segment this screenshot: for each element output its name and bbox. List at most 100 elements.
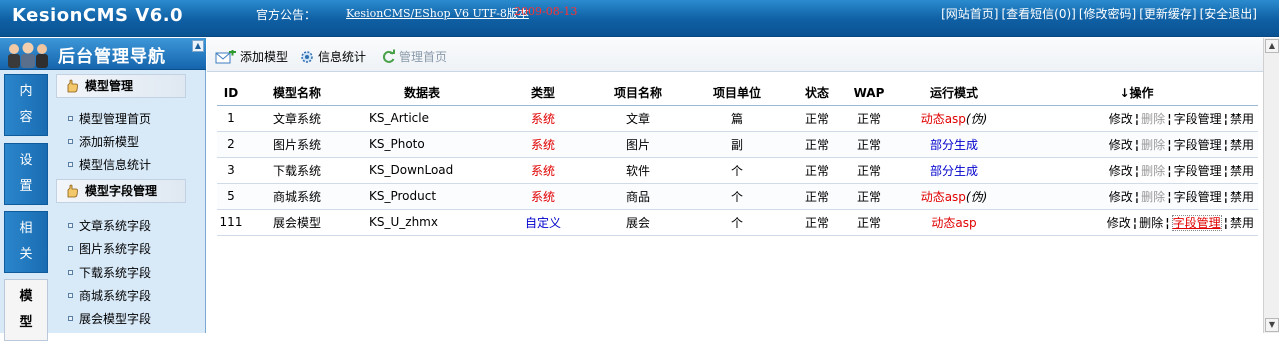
edit-link[interactable]: 修改 xyxy=(1109,112,1133,126)
cell-actions: 修改 ¦ 删除 ¦ 字段管理 ¦ 禁用 xyxy=(1015,131,1258,158)
site-home-link[interactable]: [网站首页] xyxy=(941,5,998,22)
sidebar-item-expo-fields[interactable]: 展会模型字段 xyxy=(68,310,151,327)
delete-link[interactable]: 删除 xyxy=(1141,138,1165,152)
delete-link[interactable]: 删除 xyxy=(1141,190,1165,204)
cell-item-unit: 个 xyxy=(685,157,789,184)
cell-id: 111 xyxy=(217,209,245,236)
cell-model-name: 图片系统 xyxy=(245,131,349,158)
toolbar: 添加模型 信息统计 管理首页 xyxy=(207,38,1263,72)
edit-link[interactable]: 修改 xyxy=(1109,190,1133,204)
logout-link[interactable]: [安全退出] xyxy=(1200,5,1257,22)
cell-type: 系统 xyxy=(495,131,591,158)
col-header-wap[interactable]: WAP xyxy=(845,81,893,106)
col-header-status[interactable]: 状态 xyxy=(789,81,845,106)
cell-item-unit: 个 xyxy=(685,183,789,210)
group-model-management[interactable]: 模型管理 xyxy=(56,74,186,98)
scroll-up-arrow-icon[interactable]: ▲ xyxy=(1265,39,1279,53)
tab-settings[interactable]: 设 置 xyxy=(4,143,48,205)
disable-link[interactable]: 禁用 xyxy=(1230,190,1254,204)
tab-model[interactable]: 模 型 xyxy=(4,279,48,341)
table-row: 3 下载系统 KS_DownLoad 系统 软件 个 正常 正常 部分生成 修改… xyxy=(217,157,1258,184)
tab-related[interactable]: 相 关 xyxy=(4,211,48,273)
col-header-data-table[interactable]: 数据表 xyxy=(349,81,495,106)
scroll-down-arrow-icon[interactable]: ▼ xyxy=(1265,318,1279,332)
delete-link[interactable]: 删除 xyxy=(1141,112,1165,126)
edit-link[interactable]: 修改 xyxy=(1109,138,1133,152)
delete-link[interactable]: 删除 xyxy=(1139,216,1163,230)
sidebar-item-download-fields[interactable]: 下载系统字段 xyxy=(68,264,151,281)
edit-link[interactable]: 修改 xyxy=(1107,216,1131,230)
notice-label: 官方公告： xyxy=(256,8,317,22)
bullet-icon xyxy=(68,223,73,228)
manage-home-button[interactable]: 管理首页 xyxy=(381,48,447,65)
cell-id: 5 xyxy=(217,183,245,210)
col-header-id[interactable]: ID xyxy=(217,81,245,106)
sidebar-item-article-fields[interactable]: 文章系统字段 xyxy=(68,217,151,234)
bullet-icon xyxy=(68,293,73,298)
sidebar-item-model-home[interactable]: 模型管理首页 xyxy=(68,110,151,127)
col-header-type[interactable]: 类型 xyxy=(495,81,591,106)
group-model-fields[interactable]: 模型字段管理 xyxy=(56,179,186,203)
cell-model-name: 展会模型 xyxy=(245,209,349,236)
tab-content[interactable]: 内 容 xyxy=(4,74,48,136)
model-table: ID 模型名称 数据表 类型 项目名称 项目单位 状态 WAP 运行模式 ↓操作… xyxy=(217,81,1258,236)
edit-link[interactable]: 修改 xyxy=(1109,164,1133,178)
cell-run-mode: 动态asp xyxy=(893,209,1015,236)
disable-link[interactable]: 禁用 xyxy=(1230,164,1254,178)
notice-date: 2009-08-13 xyxy=(514,5,578,18)
main-content: 添加模型 信息统计 管理首页 ID 模型名称 数据表 类型 项目名称 项目单位 … xyxy=(207,38,1279,333)
disable-link[interactable]: 禁用 xyxy=(1230,216,1254,230)
disable-link[interactable]: 禁用 xyxy=(1230,138,1254,152)
hand-pointer-icon xyxy=(67,184,78,198)
sidebar-item-add-model[interactable]: 添加新模型 xyxy=(68,133,139,150)
field-manage-link[interactable]: 字段管理 xyxy=(1174,138,1222,152)
vertical-scrollbar[interactable]: ▲ ▼ xyxy=(1263,38,1279,333)
cell-id: 2 xyxy=(217,131,245,158)
cell-wap: 正常 xyxy=(845,131,893,158)
table-row: 5 商城系统 KS_Product 系统 商品 个 正常 正常 动态asp(伪)… xyxy=(217,183,1258,210)
scroll-up-icon[interactable]: ▲ xyxy=(192,40,204,52)
sidebar-title: 后台管理导航 xyxy=(58,47,166,67)
sidebar-item-photo-fields[interactable]: 图片系统字段 xyxy=(68,240,151,257)
field-manage-link[interactable]: 字段管理 xyxy=(1171,214,1222,231)
field-manage-link[interactable]: 字段管理 xyxy=(1174,190,1222,204)
col-header-run-mode[interactable]: 运行模式 xyxy=(893,81,1015,106)
cell-actions: 修改 ¦ 删除 ¦ 字段管理 ¦ 禁用 xyxy=(1015,105,1258,132)
sidebar-item-model-stats[interactable]: 模型信息统计 xyxy=(68,156,151,173)
top-header-bar: KesionCMS V6.0 官方公告： KesionCMS/EShop V6 … xyxy=(0,0,1279,37)
cell-item-unit: 篇 xyxy=(685,105,789,132)
hand-pointer-icon xyxy=(67,79,78,93)
change-password-link[interactable]: [修改密码] xyxy=(1079,5,1136,22)
cell-data-table: KS_Photo xyxy=(349,131,495,158)
col-header-model-name[interactable]: 模型名称 xyxy=(245,81,349,106)
update-cache-link[interactable]: [更新缓存] xyxy=(1139,5,1196,22)
cell-wap: 正常 xyxy=(845,183,893,210)
cell-wap: 正常 xyxy=(845,209,893,236)
field-manage-link[interactable]: 字段管理 xyxy=(1174,112,1222,126)
cell-item-unit: 个 xyxy=(685,209,789,236)
top-links: [网站首页] [查看短信(0)] [修改密码] [更新缓存] [安全退出] xyxy=(941,5,1257,22)
sidebar-header: 后台管理导航 ▲ xyxy=(0,38,206,70)
gear-icon xyxy=(301,50,313,63)
col-header-item-unit[interactable]: 项目单位 xyxy=(685,81,789,106)
add-model-button[interactable]: 添加模型 xyxy=(215,48,288,65)
bullet-icon xyxy=(68,246,73,251)
delete-link[interactable]: 删除 xyxy=(1141,164,1165,178)
col-header-actions[interactable]: ↓操作 xyxy=(1015,81,1258,106)
field-manage-link[interactable]: 字段管理 xyxy=(1174,164,1222,178)
cell-item-name: 展会 xyxy=(591,209,685,236)
disable-link[interactable]: 禁用 xyxy=(1230,112,1254,126)
cell-run-mode: 动态asp(伪) xyxy=(893,105,1015,132)
notice-link[interactable]: KesionCMS/EShop V6 UTF-8版本 xyxy=(346,5,529,21)
cell-status: 正常 xyxy=(789,105,845,132)
cell-actions: 修改 ¦ 删除 ¦ 字段管理 ¦ 禁用 xyxy=(1015,209,1258,236)
view-messages-link[interactable]: [查看短信(0)] xyxy=(1002,5,1076,22)
cell-item-name: 文章 xyxy=(591,105,685,132)
cell-item-unit: 副 xyxy=(685,131,789,158)
cell-data-table: KS_Article xyxy=(349,105,495,132)
info-stats-button[interactable]: 信息统计 xyxy=(299,48,366,66)
col-header-item-name[interactable]: 项目名称 xyxy=(591,81,685,106)
sidebar-item-shop-fields[interactable]: 商城系统字段 xyxy=(68,287,151,304)
add-model-icon xyxy=(215,49,236,63)
table-row: 2 图片系统 KS_Photo 系统 图片 副 正常 正常 部分生成 修改 ¦ 删除… xyxy=(217,131,1258,158)
